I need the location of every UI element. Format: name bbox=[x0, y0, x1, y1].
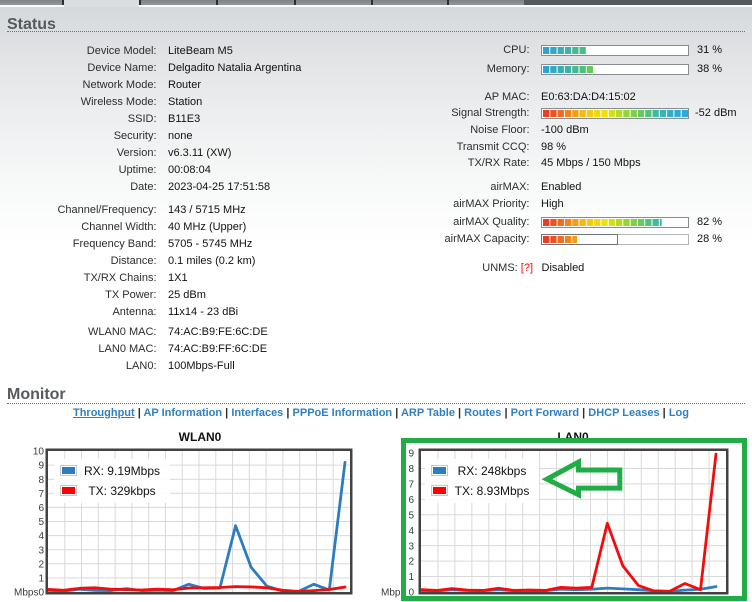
svg-text:9: 9 bbox=[38, 461, 44, 472]
svg-text:6: 6 bbox=[38, 503, 44, 514]
svg-text:4: 4 bbox=[38, 531, 44, 542]
svg-text:3: 3 bbox=[38, 545, 44, 556]
svg-text:8: 8 bbox=[38, 475, 44, 486]
svg-text:Mbps: Mbps bbox=[14, 588, 38, 599]
svg-text:7: 7 bbox=[38, 489, 44, 500]
svg-text:2: 2 bbox=[38, 559, 44, 570]
svg-text:0: 0 bbox=[38, 588, 44, 599]
svg-text:10: 10 bbox=[33, 447, 45, 458]
svg-text:5: 5 bbox=[38, 517, 44, 528]
svg-text:1: 1 bbox=[38, 574, 44, 585]
